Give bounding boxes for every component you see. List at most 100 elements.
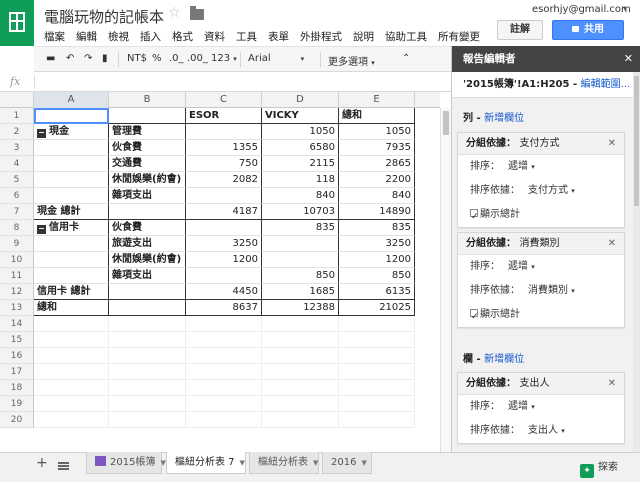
paint-format-icon[interactable]: ▮ bbox=[102, 53, 108, 64]
share-button[interactable]: 共用 bbox=[552, 20, 624, 40]
sort-by-select[interactable]: 消費類別 ▾ bbox=[528, 285, 575, 296]
cell-c[interactable]: 750 bbox=[186, 156, 262, 172]
menu-item[interactable]: 格式 bbox=[172, 29, 193, 44]
sort-order-select[interactable]: 遞增 ▾ bbox=[508, 161, 535, 172]
cell-b[interactable]: 休閒娛樂(約會) bbox=[109, 252, 186, 268]
spreadsheet-grid[interactable]: A B C D E 1 ESOR VICKY 總和 2− 現金 管理費 1050 1050 3 伙食… bbox=[0, 92, 440, 452]
sheet-tab-pivot[interactable]: 樞紐分析表 ▼ bbox=[249, 452, 319, 474]
cell-b[interactable] bbox=[109, 108, 186, 124]
column-header-e[interactable]: E bbox=[339, 92, 415, 108]
cell-d[interactable]: VICKY bbox=[262, 108, 339, 124]
row-header[interactable]: 10 bbox=[0, 252, 34, 268]
cell-a[interactable] bbox=[34, 396, 109, 412]
cell-c[interactable] bbox=[186, 348, 262, 364]
cell-c[interactable] bbox=[186, 332, 262, 348]
cell-e[interactable]: 7935 bbox=[339, 140, 415, 156]
cell-a[interactable] bbox=[34, 348, 109, 364]
cell-d[interactable] bbox=[262, 412, 339, 428]
cell-a[interactable] bbox=[34, 332, 109, 348]
add-sheet-icon[interactable]: + bbox=[36, 455, 48, 471]
cell-c[interactable] bbox=[186, 316, 262, 332]
cell-a[interactable] bbox=[34, 316, 109, 332]
row-header[interactable]: 6 bbox=[0, 188, 34, 204]
cell-e[interactable] bbox=[339, 316, 415, 332]
cell-e[interactable]: 840 bbox=[339, 188, 415, 204]
cell-d[interactable]: 12388 bbox=[262, 300, 339, 316]
row-header[interactable]: 20 bbox=[0, 412, 34, 428]
panel-scrollbar-thumb[interactable] bbox=[634, 76, 639, 206]
cell-d[interactable] bbox=[262, 396, 339, 412]
percent-button[interactable]: % bbox=[152, 53, 162, 64]
cell-d[interactable] bbox=[262, 316, 339, 332]
cell-d[interactable]: 1685 bbox=[262, 284, 339, 300]
sheet-list-icon[interactable] bbox=[58, 462, 69, 470]
cell-e[interactable] bbox=[339, 348, 415, 364]
account-caret-icon[interactable]: ▾ bbox=[623, 4, 627, 13]
row-header[interactable]: 1 bbox=[0, 108, 34, 124]
grid-vertical-scrollbar[interactable] bbox=[440, 108, 451, 452]
select-all-corner[interactable] bbox=[0, 92, 34, 108]
remove-icon[interactable]: ✕ bbox=[608, 373, 616, 395]
row-header[interactable]: 8 bbox=[0, 220, 34, 236]
cell-a[interactable]: − 信用卡 bbox=[34, 220, 109, 236]
cell-e[interactable] bbox=[339, 332, 415, 348]
cell-d[interactable] bbox=[262, 236, 339, 252]
cell-d[interactable]: 840 bbox=[262, 188, 339, 204]
more-options-button[interactable]: 更多選項 ▾ bbox=[328, 53, 375, 68]
cell-b[interactable] bbox=[109, 412, 186, 428]
menu-item[interactable]: 工具 bbox=[236, 29, 257, 44]
cell-e[interactable]: 21025 bbox=[339, 300, 415, 316]
cell-c[interactable] bbox=[186, 396, 262, 412]
cell-c[interactable]: 3250 bbox=[186, 236, 262, 252]
cell-b[interactable]: 伙食費 bbox=[109, 140, 186, 156]
cell-d[interactable]: 850 bbox=[262, 268, 339, 284]
cell-c[interactable]: 1355 bbox=[186, 140, 262, 156]
menu-item[interactable]: 說明 bbox=[353, 29, 374, 44]
cell-b[interactable] bbox=[109, 316, 186, 332]
cell-b[interactable] bbox=[109, 332, 186, 348]
cell-c[interactable] bbox=[186, 412, 262, 428]
cell-a[interactable]: − 現金 bbox=[34, 124, 109, 140]
edit-range-link[interactable]: 編輯範圍... bbox=[581, 79, 631, 90]
currency-button[interactable]: NT$ bbox=[127, 53, 147, 64]
cell-a[interactable] bbox=[34, 380, 109, 396]
cell-e[interactable]: 2200 bbox=[339, 172, 415, 188]
cell-a[interactable] bbox=[34, 364, 109, 380]
cell-b[interactable]: 旅遊支出 bbox=[109, 236, 186, 252]
cell-a[interactable]: 總和 bbox=[34, 300, 109, 316]
show-totals-checkbox[interactable] bbox=[470, 305, 479, 329]
cell-b[interactable]: 伙食費 bbox=[109, 220, 186, 236]
cell-b[interactable] bbox=[109, 364, 186, 380]
menu-item[interactable]: 檔案 bbox=[44, 29, 65, 44]
row-header[interactable]: 16 bbox=[0, 348, 34, 364]
menu-item[interactable]: 資料 bbox=[204, 29, 225, 44]
show-totals-checkbox[interactable] bbox=[470, 205, 479, 229]
collapse-icon[interactable]: − bbox=[37, 225, 46, 234]
cell-a[interactable] bbox=[34, 108, 109, 124]
row-header[interactable]: 11 bbox=[0, 268, 34, 284]
cell-c[interactable] bbox=[186, 364, 262, 380]
cell-b[interactable] bbox=[109, 204, 186, 220]
cell-c[interactable] bbox=[186, 268, 262, 284]
cell-c[interactable] bbox=[186, 124, 262, 140]
cell-c[interactable]: 1200 bbox=[186, 252, 262, 268]
menu-item[interactable]: 外掛程式 bbox=[300, 29, 342, 44]
cell-b[interactable] bbox=[109, 300, 186, 316]
sheet-tab-2016[interactable]: 2016 ▼ bbox=[322, 452, 372, 474]
row-header[interactable]: 13 bbox=[0, 300, 34, 316]
redo-icon[interactable]: ↷ bbox=[84, 53, 92, 64]
cell-a[interactable] bbox=[34, 156, 109, 172]
cell-e[interactable]: 14890 bbox=[339, 204, 415, 220]
cell-b[interactable]: 休閒娛樂(約會) bbox=[109, 172, 186, 188]
document-title[interactable]: 電腦玩物的記帳本 bbox=[44, 6, 164, 27]
add-column-field-link[interactable]: 新增欄位 bbox=[484, 354, 524, 365]
cell-b[interactable] bbox=[109, 396, 186, 412]
cell-a[interactable]: 信用卡 總計 bbox=[34, 284, 109, 300]
sort-by-select[interactable]: 支付方式 ▾ bbox=[528, 185, 575, 196]
sort-order-select[interactable]: 遞增 ▾ bbox=[508, 261, 535, 272]
cell-e[interactable] bbox=[339, 396, 415, 412]
cell-c[interactable] bbox=[186, 188, 262, 204]
cell-c[interactable]: 4450 bbox=[186, 284, 262, 300]
cell-a[interactable]: 現金 總計 bbox=[34, 204, 109, 220]
scrollbar-thumb[interactable] bbox=[443, 111, 449, 135]
